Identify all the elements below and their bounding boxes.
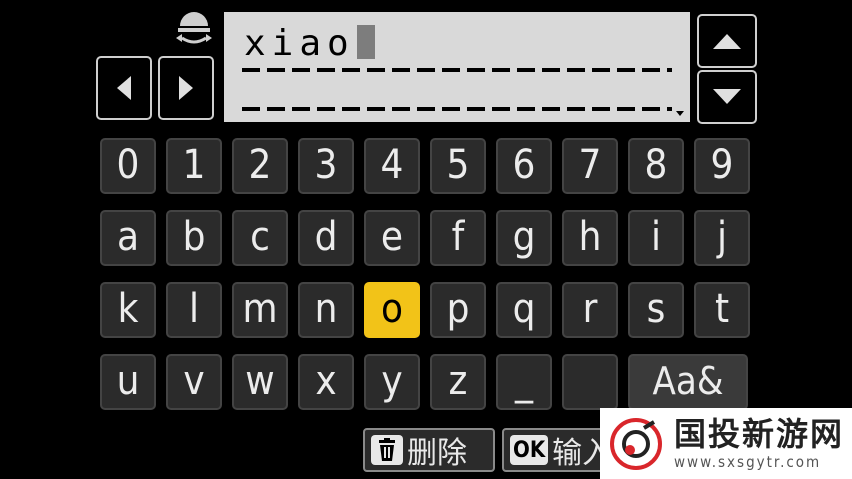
key-1[interactable]: 1 <box>166 138 222 194</box>
up-arrow-icon <box>713 34 741 49</box>
key-0[interactable]: 0 <box>100 138 156 194</box>
right-arrow-icon <box>179 76 193 100</box>
key-blank[interactable] <box>562 354 618 410</box>
key-z[interactable]: z <box>430 354 486 410</box>
key-5[interactable]: 5 <box>430 138 486 194</box>
key-6[interactable]: 6 <box>496 138 552 194</box>
delete-button[interactable]: 删除 <box>363 428 495 472</box>
key-w[interactable]: w <box>232 354 288 410</box>
key-a[interactable]: a <box>100 210 156 266</box>
key-d[interactable]: d <box>298 210 354 266</box>
text-cursor <box>356 25 375 59</box>
watermark-title: 国投新游网 <box>674 414 845 453</box>
command-dial-icon <box>172 12 216 52</box>
key-o[interactable]: o <box>364 282 420 338</box>
key-n[interactable]: n <box>298 282 354 338</box>
cursor-right-button[interactable] <box>158 56 214 120</box>
delete-label: 删除 <box>407 436 467 471</box>
watermark-logo-icon <box>610 417 662 470</box>
key-h[interactable]: h <box>562 210 618 266</box>
key-7[interactable]: 7 <box>562 138 618 194</box>
key-m[interactable]: m <box>232 282 288 338</box>
entry-line-1 <box>242 68 672 72</box>
key-i[interactable]: i <box>628 210 684 266</box>
key-r[interactable]: r <box>562 282 618 338</box>
key-l[interactable]: l <box>166 282 222 338</box>
key-c[interactable]: c <box>232 210 288 266</box>
key-8[interactable]: 8 <box>628 138 684 194</box>
trash-icon <box>371 435 403 465</box>
key-3[interactable]: 3 <box>298 138 354 194</box>
key-f[interactable]: f <box>430 210 486 266</box>
key-u[interactable]: u <box>100 354 156 410</box>
key-k[interactable]: k <box>100 282 156 338</box>
key-mode-switch[interactable]: Aa& <box>628 354 748 410</box>
key-p[interactable]: p <box>430 282 486 338</box>
more-text-indicator-icon <box>676 111 684 116</box>
watermark: 国投新游网 www.sxsgytr.com <box>600 408 852 479</box>
key-underscore[interactable]: _ <box>496 354 552 410</box>
key-v[interactable]: v <box>166 354 222 410</box>
key-j[interactable]: j <box>694 210 750 266</box>
text-entry-field[interactable]: xiao <box>224 12 690 122</box>
ok-button-icon: OK <box>510 435 549 465</box>
key-y[interactable]: y <box>364 354 420 410</box>
typed-text: xiao <box>244 22 375 66</box>
left-arrow-icon <box>117 76 131 100</box>
down-arrow-icon <box>713 89 741 104</box>
key-b[interactable]: b <box>166 210 222 266</box>
key-q[interactable]: q <box>496 282 552 338</box>
key-x[interactable]: x <box>298 354 354 410</box>
key-2[interactable]: 2 <box>232 138 288 194</box>
cursor-left-button[interactable] <box>96 56 152 120</box>
key-e[interactable]: e <box>364 210 420 266</box>
key-s[interactable]: s <box>628 282 684 338</box>
scroll-down-button[interactable] <box>697 70 757 124</box>
scroll-up-button[interactable] <box>697 14 757 68</box>
key-4[interactable]: 4 <box>364 138 420 194</box>
entry-line-2 <box>242 107 672 111</box>
watermark-url: www.sxsgytr.com <box>674 452 822 471</box>
key-t[interactable]: t <box>694 282 750 338</box>
key-9[interactable]: 9 <box>694 138 750 194</box>
key-g[interactable]: g <box>496 210 552 266</box>
